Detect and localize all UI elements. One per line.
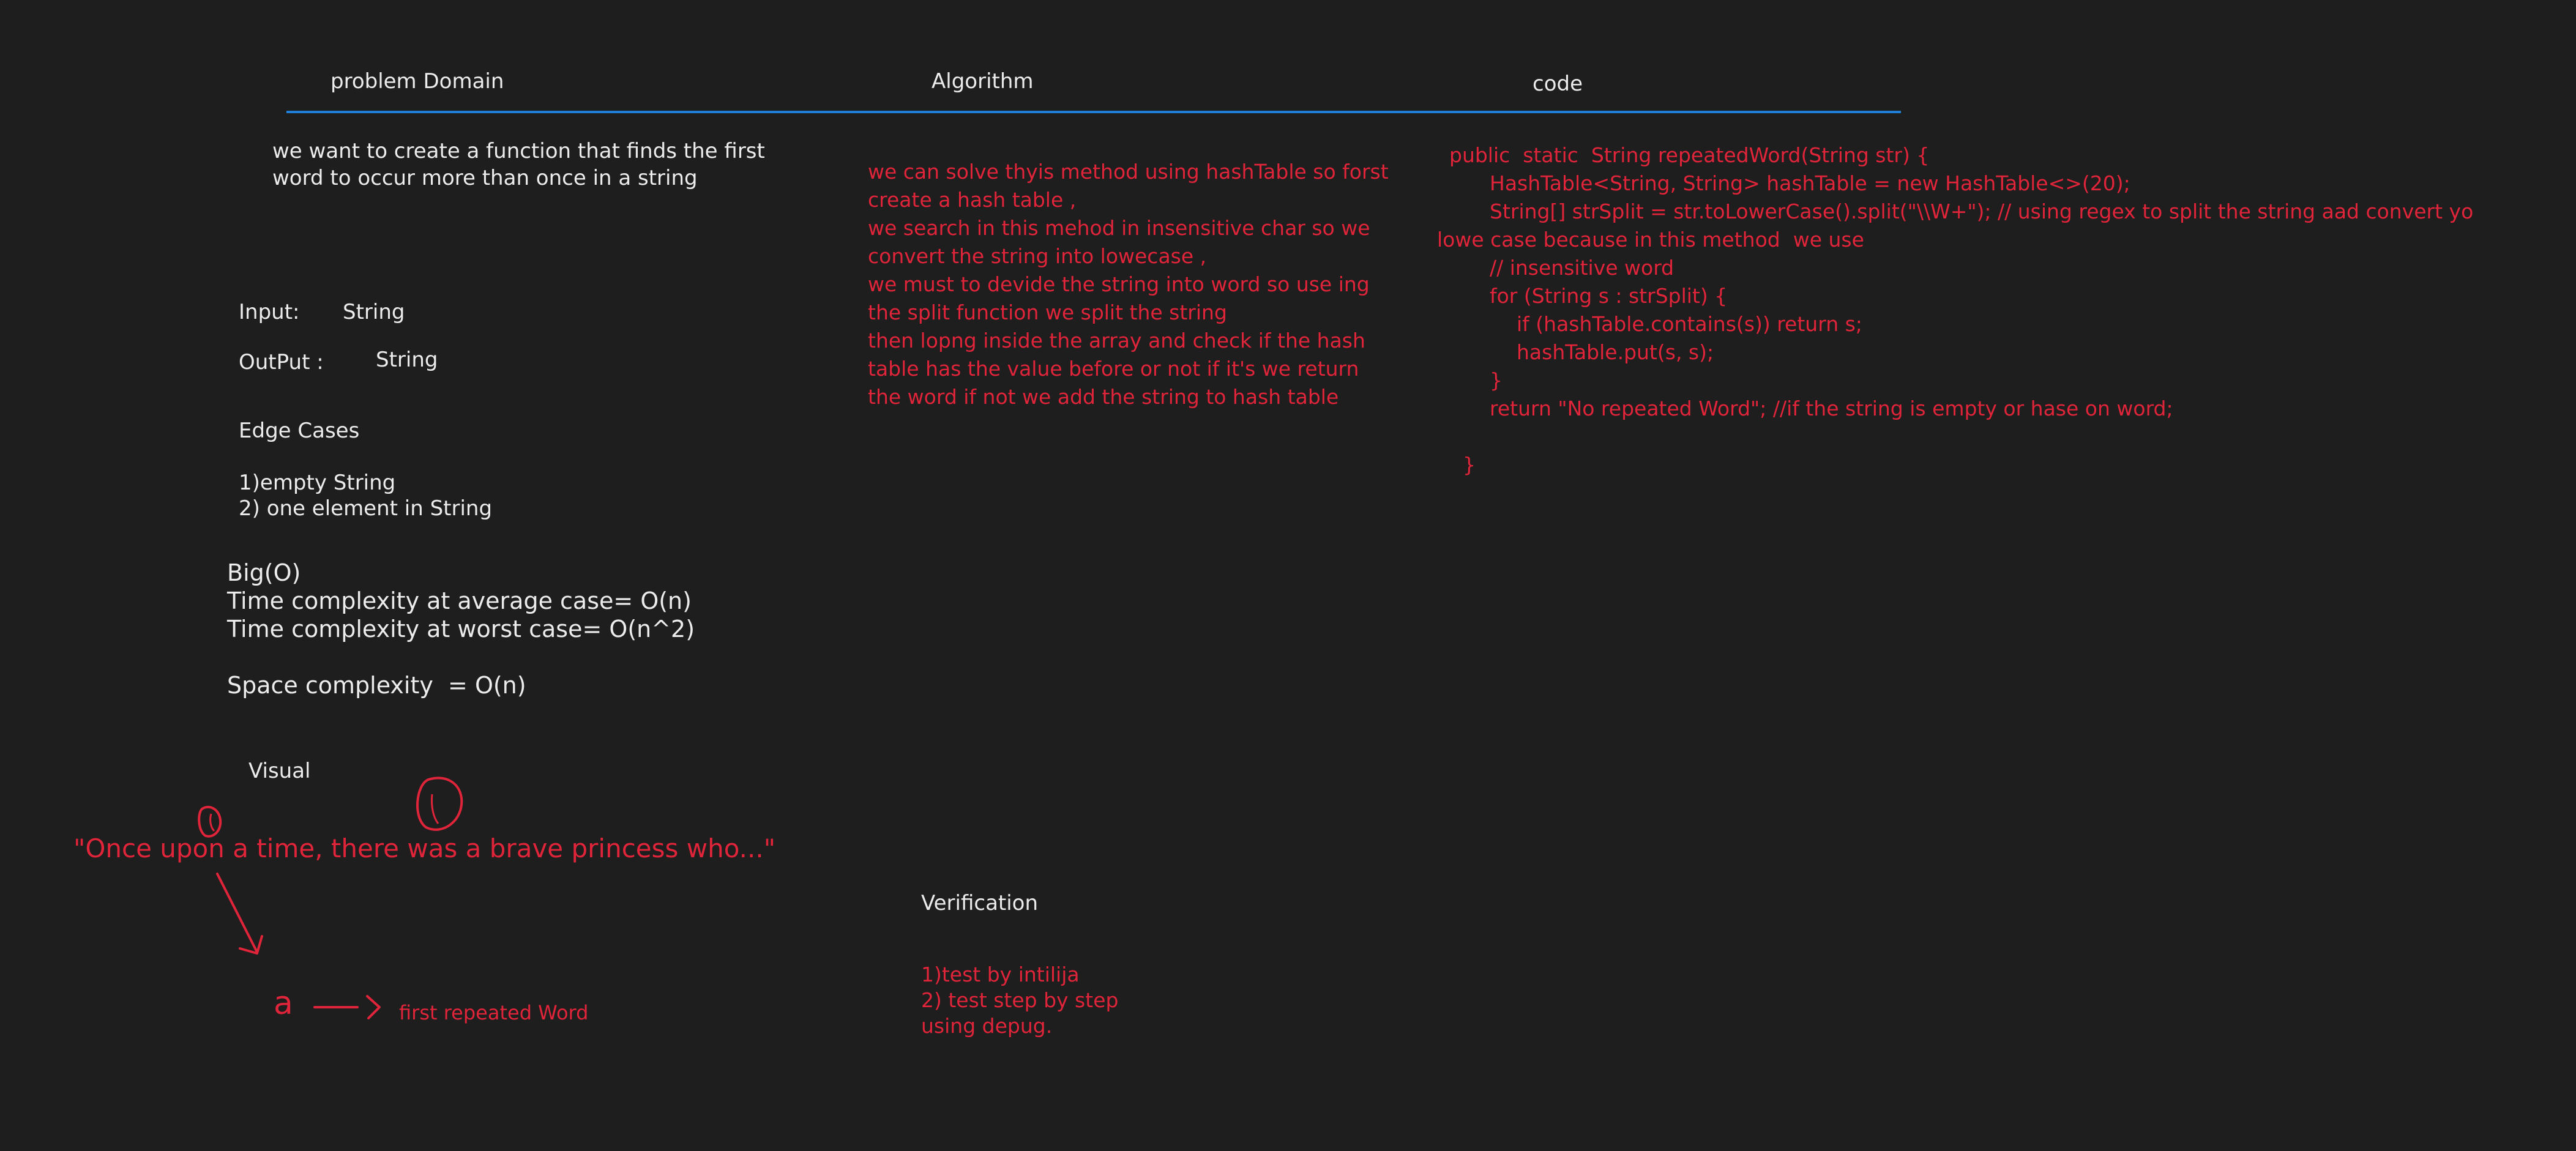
algorithm-line: the word if not we add the string to has…: [868, 385, 1339, 409]
verification-item: 2) test step by step: [921, 988, 1119, 1012]
code-line: }: [1490, 368, 1503, 392]
code-line: // insensitive word: [1490, 256, 1674, 280]
result-arrow-head: [366, 995, 381, 1019]
verification-item: using depug.: [921, 1014, 1053, 1038]
verification-title: Verification: [921, 891, 1039, 915]
algorithm-line: table has the value before or not if it'…: [868, 357, 1359, 381]
algorithm-line: create a hash table ,: [868, 188, 1077, 212]
arrow-line: [216, 873, 258, 953]
verification-item: 1)test by intilija: [921, 963, 1080, 986]
code-line: for (String s : strSplit) {: [1490, 284, 1728, 308]
code-line: return "No repeated Word"; //if the stri…: [1490, 397, 2173, 420]
code-line: lowe case because in this method we use: [1437, 228, 1864, 251]
code-line: String[] strSplit = str.toLowerCase().sp…: [1490, 199, 2474, 223]
algorithm-line: we can solve thyis method using hashTabl…: [868, 160, 1389, 184]
algorithm-line: convert the string into lowecase ,: [868, 244, 1207, 268]
algorithm-line: we must to devide the string into word s…: [868, 272, 1370, 296]
code-line: if (hashTable.contains(s)) return s;: [1517, 312, 1862, 336]
code-line: hashTable.put(s, s);: [1517, 340, 1714, 364]
code-line: public static String repeatedWord(String…: [1449, 143, 1930, 167]
algorithm-line: the split function we split the string: [868, 300, 1227, 324]
code-line: }: [1463, 453, 1476, 477]
algorithm-line: then lopng inside the array and check if…: [868, 329, 1365, 352]
code-line: HashTable<String, String> hashTable = ne…: [1490, 171, 2130, 195]
algorithm-line: we search in this mehod in insensitive c…: [868, 216, 1370, 240]
